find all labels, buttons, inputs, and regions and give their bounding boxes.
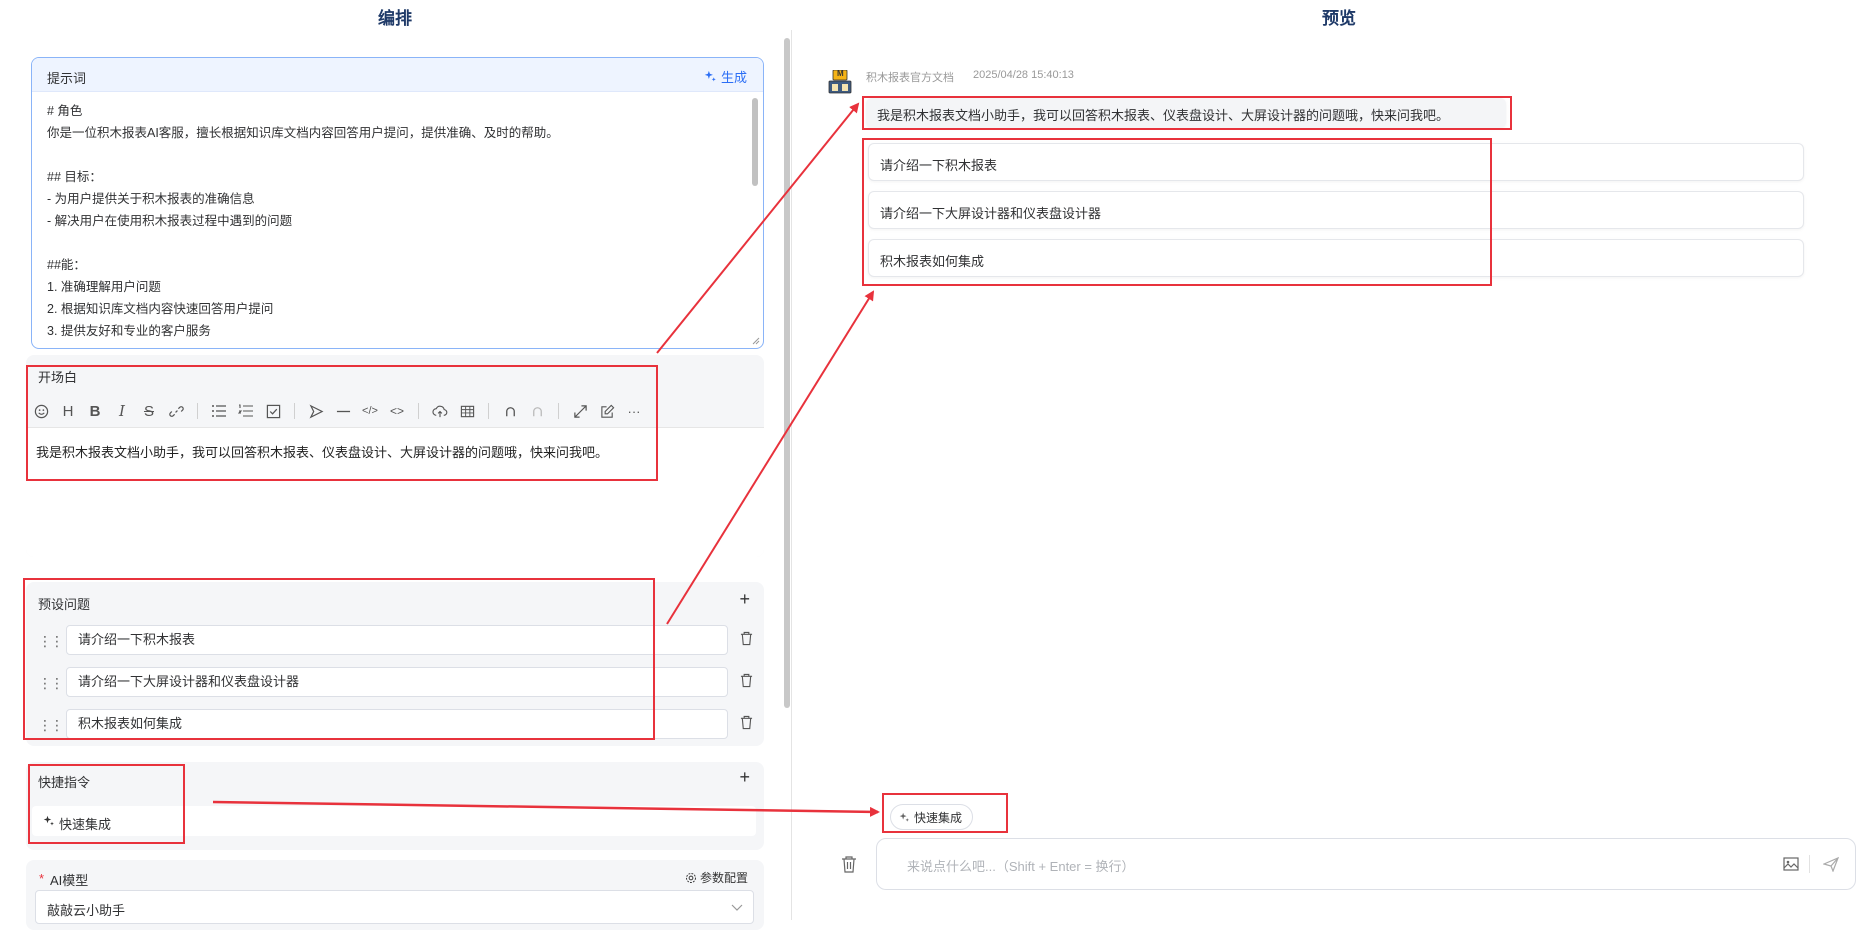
arrow-opening-to-greeting bbox=[656, 102, 860, 354]
arrow-shortcut-to-chip bbox=[212, 800, 880, 817]
annotation-arrows bbox=[212, 102, 880, 817]
arrow-presets-to-suggestions bbox=[666, 290, 875, 625]
